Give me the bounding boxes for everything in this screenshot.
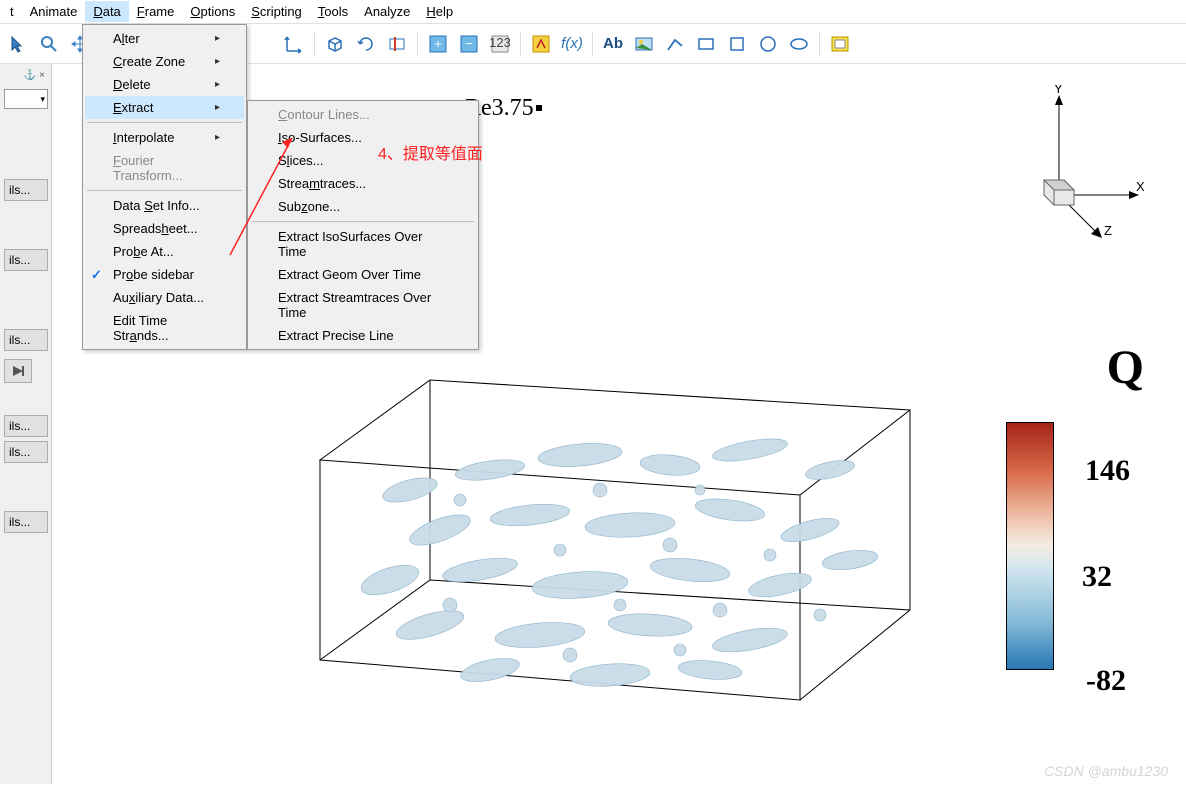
menu-sep — [87, 190, 242, 191]
text-tool-icon[interactable]: Ab — [599, 30, 627, 58]
sidebar-btn-0[interactable]: ils... — [4, 179, 48, 201]
menu-data[interactable]: Data — [85, 1, 128, 22]
menu-analyze[interactable]: Analyze — [356, 1, 418, 22]
frame-tool-icon[interactable] — [826, 30, 854, 58]
zoom-tool-icon[interactable] — [35, 30, 63, 58]
menu-scripting[interactable]: Scripting — [243, 1, 310, 22]
colorbar — [1006, 422, 1054, 670]
menu-options[interactable]: Options — [182, 1, 243, 22]
circle-tool-icon[interactable] — [754, 30, 782, 58]
image-tool-icon[interactable] — [630, 30, 658, 58]
sidebar: ⚓ × ▾ ils... ils... ils... ils... ils...… — [0, 64, 52, 784]
svg-text:−: − — [465, 36, 473, 51]
colorbar-label-1: 32 — [1082, 560, 1112, 594]
submenu-extract-geom-time[interactable]: Extract Geom Over Time — [250, 263, 476, 286]
contour-add-icon[interactable]: + — [424, 30, 452, 58]
plot-3d-box[interactable] — [290, 360, 930, 783]
submenu-extract-precise[interactable]: Extract Precise Line — [250, 324, 476, 347]
z-axis-label: Z — [1104, 223, 1112, 238]
axis-tool-icon[interactable] — [280, 30, 308, 58]
slice-tool-icon[interactable] — [383, 30, 411, 58]
svg-text:123: 123 — [490, 35, 510, 50]
menu-animate[interactable]: Animate — [22, 1, 86, 22]
y-axis-label: Y — [1054, 85, 1063, 96]
menu-auxdata[interactable]: Auxiliary Data... — [85, 286, 244, 309]
watermark: CSDN @ambu1230 — [1044, 763, 1168, 779]
sidebar-combo[interactable]: ▾ — [4, 89, 48, 109]
cube-tool-icon[interactable] — [321, 30, 349, 58]
annotation-text: 4、提取等值面 — [378, 140, 483, 164]
menu-it[interactable]: t — [2, 1, 22, 22]
contour-del-icon[interactable]: − — [455, 30, 483, 58]
play-button[interactable] — [4, 359, 32, 383]
extract-icon[interactable] — [527, 30, 555, 58]
colorbar-label-0: 146 — [1085, 454, 1130, 488]
menu-tools[interactable]: Tools — [310, 1, 356, 22]
fx-icon[interactable]: f(x) — [558, 30, 586, 58]
svg-text:+: + — [434, 36, 442, 51]
menu-create-zone[interactable]: Create Zone▸ — [85, 50, 244, 73]
square-tool-icon[interactable] — [723, 30, 751, 58]
x-axis-label: X — [1136, 179, 1144, 194]
submenu-extract-stream-time[interactable]: Extract Streamtraces Over Time — [250, 286, 476, 324]
colorbar-label-2: -82 — [1086, 664, 1126, 698]
axis-triad: Y X Z — [1024, 85, 1144, 245]
menu-timestrands[interactable]: Edit Time Strands... — [85, 309, 244, 347]
menu-alter[interactable]: Alter▸ — [85, 27, 244, 50]
rect-tool-icon[interactable] — [692, 30, 720, 58]
menu-help[interactable]: Help — [418, 1, 461, 22]
menu-extract[interactable]: Extract▸ — [85, 96, 244, 119]
menu-frame[interactable]: Frame — [129, 1, 183, 22]
sidebar-btn-5[interactable]: ils... — [4, 511, 48, 533]
pointer-tool-icon[interactable] — [4, 30, 32, 58]
submenu-contourlines: Contour Lines... — [250, 103, 476, 126]
ellipse-tool-icon[interactable] — [785, 30, 813, 58]
sidebar-btn-1[interactable]: ils... — [4, 249, 48, 271]
rotate-tool-icon[interactable] — [352, 30, 380, 58]
menu-sep — [87, 122, 242, 123]
menu-probesidebar[interactable]: ✓Probe sidebar — [85, 263, 244, 286]
sidebar-btn-4[interactable]: ils... — [4, 441, 48, 463]
sidebar-btn-2[interactable]: ils... — [4, 329, 48, 351]
annotation-arrow — [220, 130, 300, 260]
sidebar-btn-3[interactable]: ils... — [4, 415, 48, 437]
dock-header[interactable]: ⚓ × — [4, 68, 47, 83]
colorbar-title: Q — [1107, 340, 1144, 395]
menubar: t Animate Data Frame Options Scripting T… — [0, 0, 1186, 24]
contour-num-icon[interactable]: 123 — [486, 30, 514, 58]
line-tool-icon[interactable] — [661, 30, 689, 58]
menu-delete[interactable]: Delete▸ — [85, 73, 244, 96]
